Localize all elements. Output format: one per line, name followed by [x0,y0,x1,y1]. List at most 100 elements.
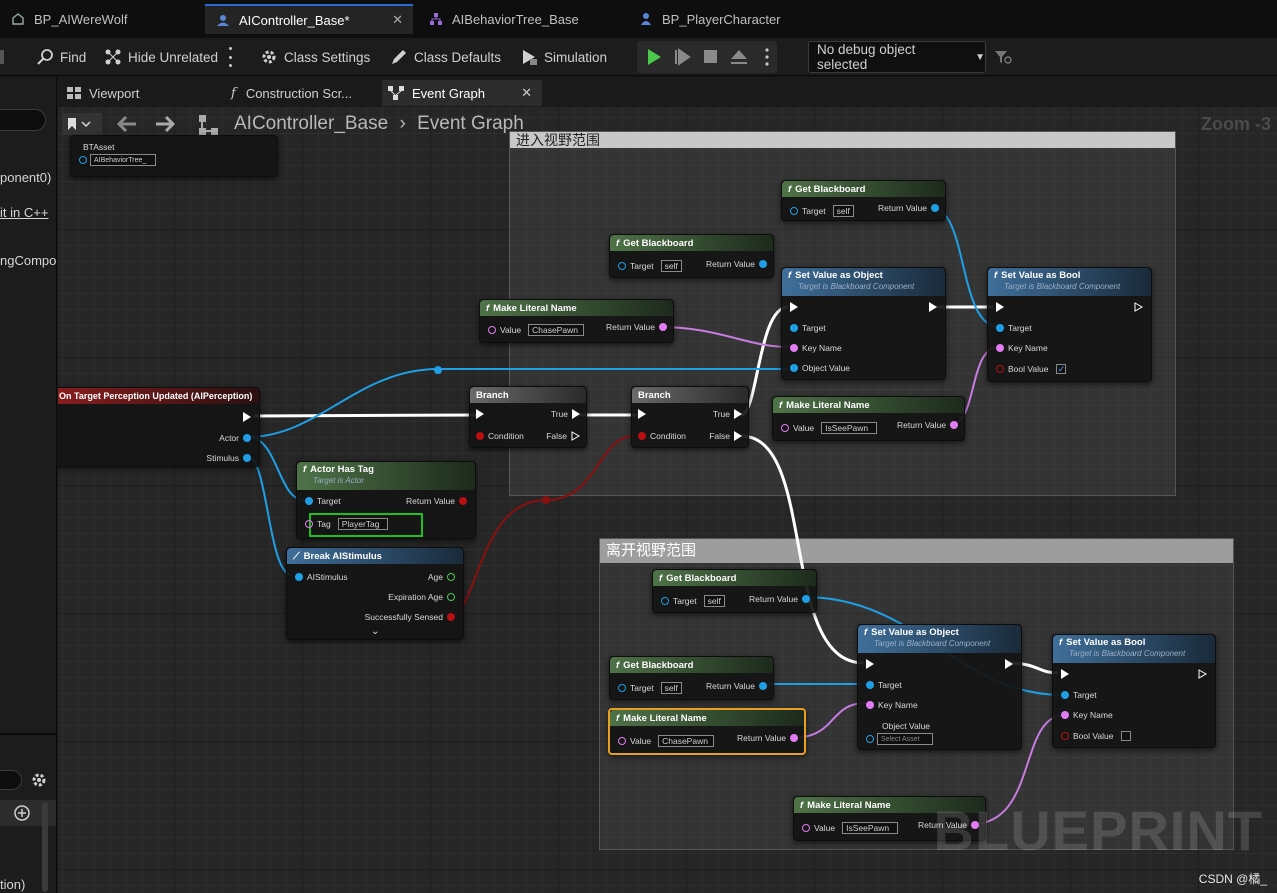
debug-object-value: No debug object selected [817,42,916,72]
node-set-value-as-object-2[interactable]: f Set Value as Object Target is Blackboard… [857,624,1022,750]
pin-value: Value IsSeePawn [781,422,878,434]
find-button[interactable]: Find [36,44,86,70]
bool-checkbox-unchecked[interactable] [1121,731,1132,741]
simulation-label: Simulation [544,49,608,65]
node-actor-has-tag[interactable]: f Actor Has Tag Target is Actor Target Ret… [296,461,476,539]
add-row [0,800,56,826]
tab-label: Viewport [89,85,140,101]
node-title: f Make Literal Name [480,300,673,316]
doc-tab-bp-playercharacter[interactable]: BP_PlayerCharacter [628,4,828,34]
value-input[interactable]: ChasePawn [658,735,715,747]
node-get-blackboard-4[interactable]: f Get Blackboard Target self Return Value [609,656,774,700]
pin-target: Target [1061,690,1101,700]
search-input[interactable] [0,109,46,131]
find-label: Find [60,49,87,65]
exec-in-pin [866,659,874,669]
node-get-blackboard-3[interactable]: f Get Blackboard Target self Return Value [652,569,817,613]
value-input[interactable]: IsSeePawn [821,422,878,434]
node-title: f Make Literal Name [773,397,964,413]
doc-tab-aicontroller-base[interactable]: AIController_Base* ✕ [205,4,413,34]
eject-icon [731,50,747,64]
pin-false: False [542,431,580,441]
pin-object-value: Select Asset [866,733,933,745]
self-field[interactable]: self [832,205,854,217]
pin-expiration-age: Expiration Age [384,592,455,602]
node-get-blackboard-1[interactable]: f Get Blackboard Target self Return Value [781,180,946,221]
settings-gear-icon[interactable] [30,771,48,794]
class-settings-button[interactable]: Class Settings [260,44,370,70]
search-input-2[interactable] [0,770,22,790]
breadcrumb-separator: › [399,113,406,134]
edit-icon [392,50,406,64]
node-branch-1[interactable]: Branch True Condition False [469,386,587,448]
tab-construction-script[interactable]: f Construction Scr... [225,80,375,106]
simulation-button[interactable]: Simulation [520,44,607,70]
pin-condition: Condition [638,431,690,441]
tab-label: Construction Scr... [245,85,353,101]
pin-target: Target [866,680,906,690]
pin-target: Target self [618,260,682,272]
node-set-value-as-bool-2[interactable]: f Set Value as Bool Target is Blackboard C… [1052,634,1216,748]
pin-target: Target [790,323,830,333]
blueprint-watermark: BLUEPRINT [933,799,1263,862]
close-icon[interactable]: ✕ [392,12,403,28]
bool-checkbox-checked[interactable]: ✓ [1056,364,1067,374]
exec-out-pin [1198,669,1207,679]
tab-label: Event Graph [412,85,485,101]
node-make-literal-name-3-selected[interactable]: f Make Literal Name Value ChasePawn Return… [608,708,806,755]
expand-chevron-icon[interactable]: ⌄ [371,626,379,637]
node-branch-2[interactable]: Branch True Condition False [631,386,749,448]
pin-actor: Actor [215,433,251,443]
more-options-icon[interactable] [228,47,232,67]
pin-bool-value: Bool Value [1061,731,1132,741]
toolbar-edge [0,50,4,64]
bookmark-dropdown[interactable] [62,113,102,135]
self-field[interactable]: self [660,260,682,272]
pin-target: Target self [618,682,682,694]
scrollbar[interactable] [42,802,48,892]
breadcrumb-root[interactable]: AIController_Base [234,113,388,134]
doc-tab-label: BP_AIWereWolf [34,11,128,27]
breadcrumb: AIController_Base › Event Graph [234,113,524,135]
hide-unrelated-button[interactable]: Hide Unrelated [104,44,218,70]
self-field[interactable]: self [660,682,682,694]
value-input[interactable]: IsSeePawn [842,822,899,834]
event-graph-canvas[interactable]: 进入视野范围 离开视野范围 AIController_Base › Event … [58,107,1277,893]
add-icon [14,805,30,821]
exec-wire [253,413,479,418]
doc-tab-aibehaviortree-base[interactable]: AIBehaviorTree_Base [418,4,618,34]
exec-out-pin [929,302,937,312]
pin-target: Target self [790,205,854,217]
tab-viewport[interactable]: Viewport [61,80,211,106]
pin-key-name: Key Name [996,343,1052,353]
debug-object-select[interactable]: No debug object selected ▼ [808,41,986,73]
pin-value: Value ChasePawn [618,735,715,747]
credit-text: CSDN @橘_ [1198,872,1267,886]
left-side-panel: ponent0) it in C++ ngCompo tion) [0,77,57,893]
asset-dropdown[interactable]: AIBehaviorTree_ [90,154,156,166]
node-break-aistimulus[interactable]: ⟋ Break AIStimulus AIStimulus Age Expirat… [286,547,464,640]
panel-divider [0,733,56,735]
node-set-value-as-bool-1[interactable]: f Set Value as Bool Target is Blackboard C… [987,267,1152,382]
doc-tab-bp-aiwerewolf[interactable]: BP_AIWereWolf [0,4,200,34]
value-input[interactable]: ChasePawn [528,324,585,336]
pin-return-value: Return Value [702,681,767,691]
pin-return-value: Return Value [893,420,958,430]
node-title: f Set Value as Bool Target is Blackboard C… [988,268,1151,296]
node-set-value-as-object-1[interactable]: f Set Value as Object Target is Blackboard… [781,267,946,380]
self-field[interactable]: self [703,595,725,607]
blueprint-icon [10,11,26,27]
simulation-icon [523,50,537,65]
node-get-blackboard-2[interactable]: f Get Blackboard Target self Return Value [609,234,774,278]
tab-event-graph[interactable]: Event Graph ✕ [382,80,542,106]
debug-filter-icon[interactable] [994,49,1012,70]
select-asset-dropdown[interactable]: Select Asset [877,733,933,745]
node-make-literal-name-2[interactable]: f Make Literal Name Value IsSeePawn Return… [772,396,965,441]
node-on-target-perception-updated[interactable]: On Target Perception Updated (AIPercepti… [58,387,260,467]
tag-input[interactable]: PlayerTag [337,518,388,530]
node-make-literal-name-1[interactable]: f Make Literal Name Value ChasePawn Return… [479,299,674,343]
node-run-behavior-tree[interactable]: BTAsset AIBehaviorTree_ [70,135,278,177]
class-defaults-button[interactable]: Class Defaults [390,44,501,70]
edit-in-cpp-link[interactable]: it in C++ [0,205,48,220]
close-icon[interactable]: ✕ [521,85,532,101]
